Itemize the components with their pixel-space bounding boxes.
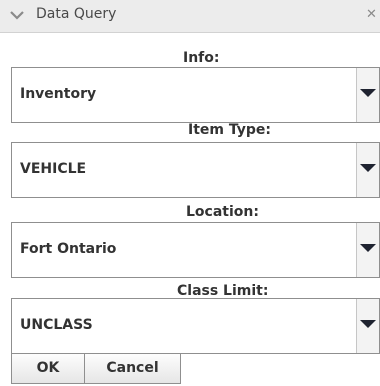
class-limit-dropdown-button[interactable] xyxy=(356,299,379,353)
location-dropdown-button[interactable] xyxy=(356,223,379,277)
class-limit-label: Class Limit: xyxy=(177,283,269,299)
chevron-down-icon[interactable] xyxy=(8,6,26,24)
window-title: Data Query xyxy=(36,6,117,22)
dropdown-arrow-icon xyxy=(360,89,376,97)
class-limit-selected-value: UNCLASS xyxy=(20,317,93,333)
dropdown-arrow-icon xyxy=(360,164,376,172)
info-selected-value: Inventory xyxy=(20,86,97,102)
dropdown-arrow-icon xyxy=(360,320,376,328)
location-label: Location: xyxy=(186,204,259,220)
cancel-button[interactable]: Cancel xyxy=(84,353,181,384)
close-icon[interactable]: ✕ xyxy=(366,7,376,23)
location-selected-value: Fort Ontario xyxy=(20,241,117,257)
info-dropdown-button[interactable] xyxy=(356,68,379,122)
data-query-dialog: Data Query ✕ Info: Inventory Item Type: … xyxy=(0,0,380,386)
item-type-dropdown-button[interactable] xyxy=(356,143,379,197)
info-select[interactable]: Inventory xyxy=(11,67,380,123)
ok-button[interactable]: OK xyxy=(11,353,85,384)
item-type-selected-value: VEHICLE xyxy=(20,161,87,177)
location-select[interactable]: Fort Ontario xyxy=(11,222,380,278)
info-label: Info: xyxy=(183,50,220,66)
item-type-select[interactable]: VEHICLE xyxy=(11,142,380,198)
dropdown-arrow-icon xyxy=(360,244,376,252)
title-bar[interactable]: Data Query ✕ xyxy=(0,0,380,33)
class-limit-select[interactable]: UNCLASS xyxy=(11,298,380,354)
item-type-label: Item Type: xyxy=(188,122,271,138)
